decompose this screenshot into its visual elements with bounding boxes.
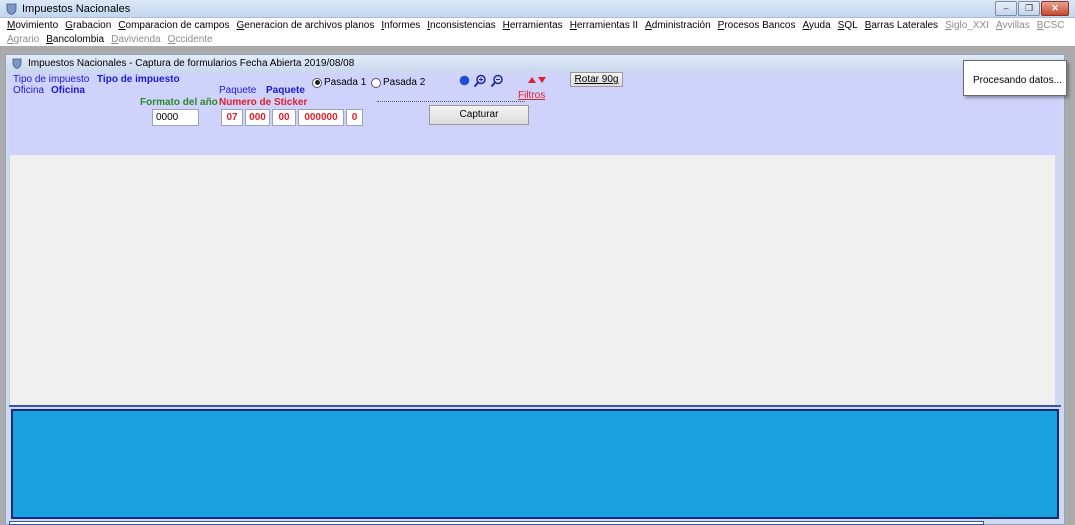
form-icon	[12, 58, 22, 69]
menu-agrario[interactable]: Agrario	[7, 34, 39, 45]
child-title: Impuestos Nacionales - Captura de formul…	[28, 58, 355, 69]
rotar-button[interactable]: Rotar 90g	[570, 72, 623, 87]
menu-label-rest: eneracion de archivos planos	[244, 20, 375, 31]
menu-label-rest: dministración	[651, 20, 711, 31]
formato-anio-label: Formato del año	[140, 97, 218, 108]
sticker-part-5[interactable]: 0	[346, 109, 363, 126]
menu-davivienda[interactable]: Davivienda	[111, 34, 161, 45]
app-titlebar: Impuestos Nacionales ‒ ❐ ✕	[0, 0, 1075, 18]
menu-procesos-bancos[interactable]: Procesos Bancos	[718, 20, 796, 31]
menu-label-rest: nconsistencias	[430, 20, 496, 31]
menu-grabacion[interactable]: Grabacion	[65, 20, 111, 31]
blue-circle-icon[interactable]	[459, 75, 470, 86]
menu-label-rest: erramientas II	[576, 20, 639, 31]
formato-anio-field[interactable]: 0000	[152, 109, 199, 126]
menu-inconsistencias[interactable]: Inconsistencias	[427, 20, 495, 31]
menu-bancolombia[interactable]: Bancolombia	[46, 34, 104, 45]
menu-accelerator: A	[645, 20, 652, 31]
restore-button[interactable]: ❐	[1018, 1, 1040, 16]
arrow-down-icon[interactable]	[538, 77, 546, 83]
menu-label-rest: avivienda	[118, 34, 161, 45]
menu-label-rest: yuda	[808, 20, 831, 31]
menu-label-rest: iglo_XXI	[951, 20, 989, 31]
arrow-up-icon[interactable]	[528, 77, 536, 83]
menu-accelerator: A	[7, 34, 14, 45]
tipo-impuesto-value: Tipo de impuesto	[97, 74, 180, 85]
app-icon	[6, 3, 17, 15]
child-titlebar: Impuestos Nacionales - Captura de formul…	[6, 55, 1064, 72]
menu-label-rest: ccidente	[175, 34, 213, 45]
paquete-value: Paquete	[266, 85, 305, 96]
menu-label-rest: rabacion	[72, 20, 112, 31]
radio-empty-icon	[371, 77, 381, 88]
menu-accelerator: H	[502, 20, 510, 31]
menu-label-rest: QL	[844, 20, 858, 31]
capture-form-window: Impuestos Nacionales - Captura de formul…	[5, 54, 1065, 525]
menu-generacion-de-archivos-planos[interactable]: Generacion de archivos planos	[236, 20, 374, 31]
zoom-in-icon[interactable]	[473, 74, 487, 88]
menu-sql[interactable]: SQL	[838, 20, 858, 31]
menu-label-rest: vvillas	[1002, 20, 1030, 31]
menu-accelerator: S	[945, 20, 952, 31]
menu-bcsc[interactable]: BCSC	[1037, 20, 1065, 31]
menu-ayuda[interactable]: Ayuda	[802, 20, 830, 31]
menu-label-rest: grario	[13, 34, 40, 45]
menu-herramientas[interactable]: Herramientas	[503, 20, 563, 31]
oficina-label: Oficina	[13, 85, 45, 96]
pasada-2-label: Pasada 2	[383, 77, 426, 88]
menu-accelerator: H	[569, 20, 577, 31]
numero-sticker-label: Numero de Sticker	[219, 97, 308, 108]
filtros-link[interactable]: Filtros	[518, 90, 545, 101]
menu-herramientas-ii[interactable]: Herramientas II	[570, 20, 638, 31]
capturar-button[interactable]: Capturar	[429, 105, 529, 125]
menu-accelerator: C	[118, 20, 126, 31]
menu-comparacion-de-campos[interactable]: Comparacion de campos	[118, 20, 229, 31]
sticker-part-3[interactable]: 00	[272, 109, 296, 126]
menu-label-rest: arras Laterales	[871, 20, 939, 31]
panel-separator	[9, 405, 1061, 407]
menu-label-rest: ovimiento	[15, 20, 59, 31]
menu-movimiento[interactable]: Movimiento	[7, 20, 58, 31]
sticker-part-1[interactable]: 07	[221, 109, 243, 126]
menu-label-rest: CSC	[1043, 20, 1065, 31]
processing-popup: Procesando datos...	[963, 60, 1067, 96]
pasada-1-label: Pasada 1	[324, 77, 367, 88]
mdi-area: Impuestos Nacionales - Captura de formul…	[0, 46, 1075, 525]
minimize-button[interactable]: ‒	[995, 1, 1017, 16]
menu-informes[interactable]: Informes	[381, 20, 420, 31]
menu-barras-laterales[interactable]: Barras Laterales	[865, 20, 938, 31]
menu-bar: Movimiento Grabacion Comparacion de campos…	[0, 18, 1075, 46]
processing-message: Procesando datos...	[973, 75, 1062, 86]
close-button[interactable]: ✕	[1041, 1, 1069, 16]
capture-panel	[11, 409, 1059, 519]
sort-arrows-icon[interactable]	[527, 76, 547, 84]
menu-label-rest: ancolombia	[52, 34, 105, 45]
sticker-part-4[interactable]: 000000	[298, 109, 344, 126]
bottom-strip	[9, 521, 984, 525]
menu-label-rest: omparacion de campos	[125, 20, 230, 31]
pasada-2-radio[interactable]: Pasada 2	[371, 77, 425, 88]
menu-label-rest: nformes	[384, 20, 421, 31]
tipo-impuesto-label: Tipo de impuesto	[13, 74, 90, 85]
pasada-1-radio[interactable]: Pasada 1	[312, 77, 366, 88]
menu-label-rest: erramientas	[509, 20, 563, 31]
image-viewer	[9, 155, 1055, 405]
capture-form: Tipo de impuesto Tipo de impuesto Oficin…	[9, 72, 1061, 155]
app-title: Impuestos Nacionales	[22, 3, 131, 15]
zoom-out-icon[interactable]	[490, 74, 504, 88]
window-controls: ‒ ❐ ✕	[995, 1, 1069, 17]
menu-accelerator: B	[46, 34, 53, 45]
menu-label-rest: rocesos Bancos	[724, 20, 796, 31]
sticker-part-2[interactable]: 000	[245, 109, 270, 126]
radio-selected-icon	[312, 77, 322, 88]
menu-siglo-xxi[interactable]: Siglo_XXI	[945, 20, 989, 31]
paquete-label: Paquete	[219, 85, 257, 96]
menu-avvillas[interactable]: Avvillas	[996, 20, 1030, 31]
menu-administraci-n[interactable]: Administración	[645, 20, 711, 31]
menu-row-1: Movimiento Grabacion Comparacion de campos…	[7, 20, 1072, 33]
oficina-value: Oficina	[51, 85, 85, 96]
menu-occidente[interactable]: Occidente	[168, 34, 213, 45]
menu-accelerator: G	[65, 20, 73, 31]
dotted-separator	[377, 101, 525, 102]
